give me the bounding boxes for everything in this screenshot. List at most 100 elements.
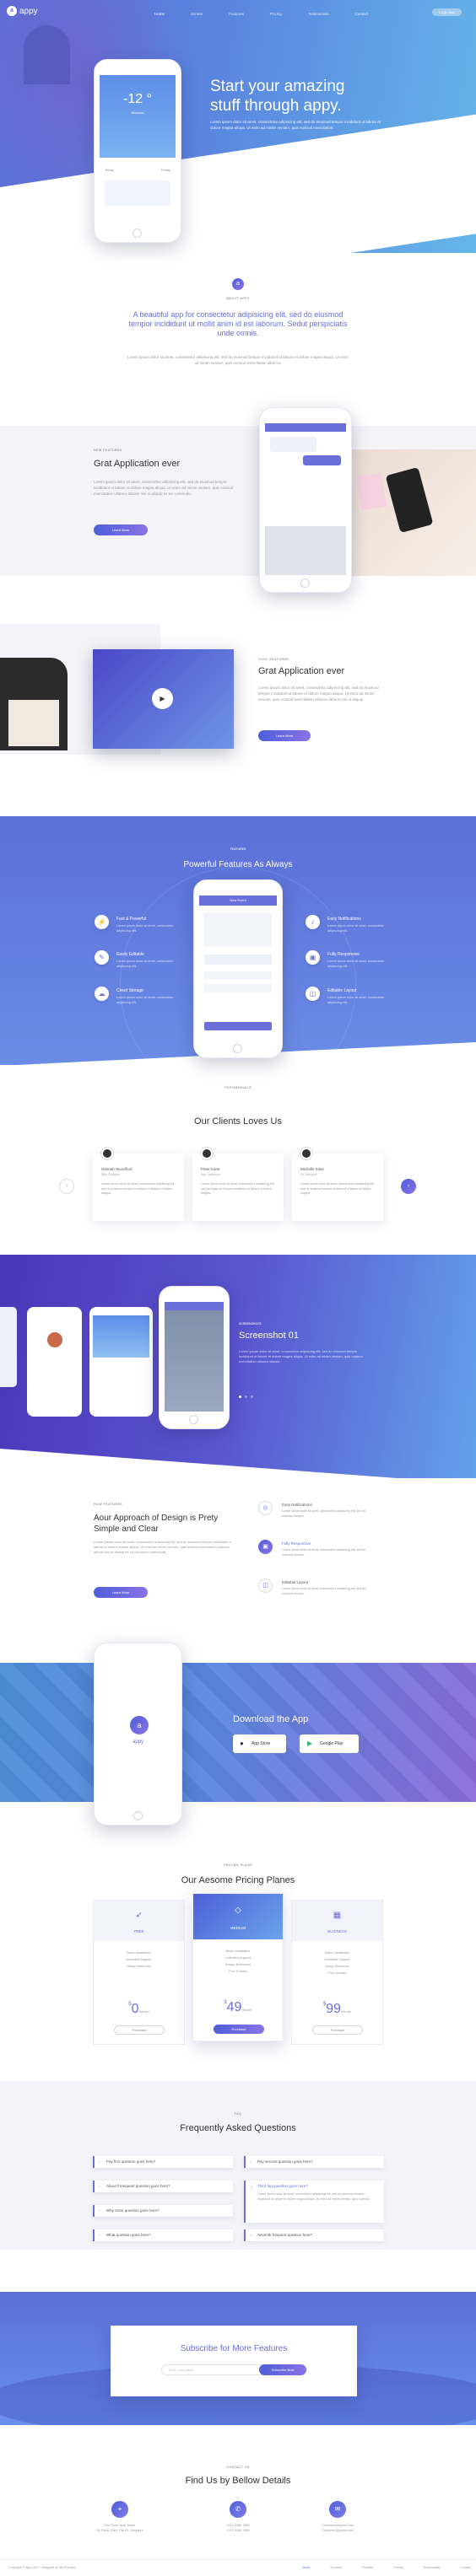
faq-item[interactable]: › About Freequent question goes here? <box>93 2181 233 2192</box>
carousel-dots <box>239 1396 253 1398</box>
brand-logo[interactable]: a appy <box>7 6 38 16</box>
rocket-icon: ➶ <box>135 1911 143 1920</box>
feature-desc: Lorem ipsum dolor sit amet, consectetur … <box>327 960 385 968</box>
app2-tag: COOL FEATURES <box>258 658 289 661</box>
play-icon[interactable]: ▶ <box>152 688 173 709</box>
avatar <box>201 1148 213 1159</box>
features-tag: FEATURES <box>230 847 246 851</box>
login-button[interactable]: Login Now <box>432 8 462 16</box>
subscribe-button[interactable]: Subscribe Now <box>259 2364 306 2375</box>
email-input[interactable]: Enter your email Subscribe Now <box>161 2364 306 2375</box>
app1-tag: NEW FEATURES <box>94 449 122 452</box>
weather-screen: -12 ° Moscow Today Friday <box>100 75 176 225</box>
nav-screen[interactable]: Screen <box>191 12 203 16</box>
brand-name: appy <box>19 6 38 16</box>
faq-item[interactable]: › Why more question goes here? <box>93 2205 233 2217</box>
feature-desc: Lorem ipsum dolor sit amet, consectetur … <box>116 960 174 968</box>
avatar <box>300 1148 312 1159</box>
prev-arrow-icon[interactable]: ‹ <box>59 1179 74 1194</box>
main-nav: Home Screen Features Pricing Testimonial… <box>154 12 394 16</box>
responsive-icon: ▣ <box>258 1540 273 1554</box>
desk-photo <box>346 449 476 576</box>
approach-learn-more-button[interactable]: Learn More <box>94 1587 148 1598</box>
faq-item[interactable]: › Seventh frequent question here? <box>244 2229 384 2241</box>
feature-title: Fully Responsive <box>327 952 360 957</box>
faq-item-open[interactable]: ⌄ Third faq question goes here? Lorem ip… <box>244 2181 384 2223</box>
contact-title: Find Us by Bellow Details <box>185 2476 291 2486</box>
next-arrow-icon[interactable]: › <box>401 1179 416 1194</box>
contact-tag: CONTACT US <box>226 2466 250 2469</box>
faq-item[interactable]: › Pay second question goes here? <box>244 2156 384 2168</box>
faq-item[interactable]: › What question goes here? <box>93 2229 233 2241</box>
building-icon: ▦ <box>333 1911 342 1920</box>
cloud-icon: ☁ <box>95 987 109 1001</box>
video-card[interactable]: ▶ <box>93 649 234 749</box>
hero-description: Lorem ipsum dolor sit amet, consectetur … <box>210 120 381 130</box>
app2-learn-more-button[interactable]: Learn More <box>258 730 311 741</box>
approach-title: Aour Approach of Design is Prety Simple a… <box>94 1514 219 1534</box>
price-free: $0/Month <box>128 2002 149 2016</box>
feature-title: Fast & Powerful <box>116 917 147 922</box>
app1-phone <box>259 407 352 593</box>
faq-title: Frequently Asked Questions <box>180 2123 296 2133</box>
phone-icon: ✆ <box>230 2501 246 2518</box>
features-title: Powerful Features As Always <box>183 860 293 869</box>
avatar <box>101 1148 113 1159</box>
pencil-icon: ✎ <box>95 950 109 965</box>
app-logo-icon: a <box>130 1716 149 1734</box>
purchase-free-button[interactable]: Purchase <box>114 2025 165 2035</box>
hero-title: Start your amazing stuff through appy. <box>210 78 345 115</box>
download-title: Download the App <box>233 1714 309 1724</box>
nav-contact[interactable]: Contact <box>355 12 369 16</box>
bell-icon: ♪ <box>306 915 320 929</box>
diamond-icon: ◇ <box>235 1906 241 1915</box>
nav-pricing[interactable]: Pricing <box>270 12 282 16</box>
approach-tag: HOW FEATURES <box>94 1503 123 1506</box>
footer: Copyright © Appy 2017, Designed by ShriT… <box>0 2559 476 2576</box>
screens-phone <box>159 1286 230 1429</box>
logo-icon: a <box>7 6 17 16</box>
screens-title: Screenshot 01 <box>239 1331 299 1341</box>
hero-download-button[interactable]: Download Now <box>210 156 266 166</box>
pricing-card-medium: ◇ MEDIUM Basic Installation Unlimited Sup… <box>192 1893 284 2041</box>
feature-title: Cloud Storage <box>116 988 143 993</box>
app1-description: Lorem ipsum dolor sit amet, consectetur … <box>94 480 234 496</box>
weather-today: Today <box>105 168 114 172</box>
testimonial-card: Peter Kane App Developer Lorem ipsum dol… <box>192 1148 284 1221</box>
pricing-tag: PRICING PLANS <box>224 1863 252 1867</box>
faq-section <box>0 2081 476 2250</box>
feature-desc: Lorem ipsum dolor sit amet, consectetur … <box>116 996 174 1004</box>
footer-links: About Services Portfolio Pricing Testimo… <box>302 2566 471 2569</box>
testimonial-card: Michelle Kline UX Designer Lorem ipsum d… <box>292 1148 383 1221</box>
faq-item[interactable]: › Pay first question goes here? <box>93 2156 233 2168</box>
feature-desc: Lorem ipsum dolor sit amet, consectetur … <box>327 924 385 933</box>
pricing-card-business: ▦ BUSINESS Basic Installation Unlimited S… <box>291 1900 383 2045</box>
approach-description: Lorem ipsum dolor sit amet, consectetur … <box>94 1540 231 1554</box>
feature-desc: Lorem ipsum dolor sit amet, consectetur … <box>116 924 174 933</box>
nav-testimonials[interactable]: Testimonials <box>308 12 329 16</box>
about-headline: A beautiful app for consectetur adipisic… <box>128 310 348 337</box>
purchase-medium-button[interactable]: Purchase <box>214 2025 264 2034</box>
download-section <box>0 1663 476 1802</box>
layout-icon: ◫ <box>258 1578 273 1593</box>
apple-icon: ● <box>240 1740 244 1747</box>
play-store-icon: ▶ <box>307 1740 313 1747</box>
app-store-button[interactable]: ● App Store <box>233 1734 286 1753</box>
clients-tag: TESTIMONIALS <box>224 1086 252 1089</box>
about-tag: ABOUT APPY <box>226 297 250 300</box>
nav-features[interactable]: Features <box>229 12 244 16</box>
screens-description: Lorem ipsum dolor sit amet, consectetur … <box>239 1349 363 1363</box>
pricing-title: Our Aesome Pricing Planes <box>181 1875 295 1885</box>
feature-desc: Lorem ipsum dolor sit amet, consectetur … <box>327 996 385 1004</box>
app1-learn-more-button[interactable]: Learn More <box>94 524 148 535</box>
faq-tag: FAQ <box>234 2112 242 2116</box>
testimonial-card: Hannah Woodford Web Designer Lorem ipsum… <box>93 1148 184 1221</box>
home-button <box>133 229 142 238</box>
features-phone: New Event <box>193 879 283 1058</box>
google-play-button[interactable]: ▶ Google Play <box>300 1734 359 1753</box>
purchase-business-button[interactable]: Purchase <box>312 2025 363 2035</box>
weather-friday: Friday <box>160 168 170 172</box>
subscribe-card: Subscribe for More Features Enter your e… <box>111 2326 357 2396</box>
weather-city: Moscow <box>131 110 144 115</box>
nav-home[interactable]: Home <box>154 12 165 16</box>
